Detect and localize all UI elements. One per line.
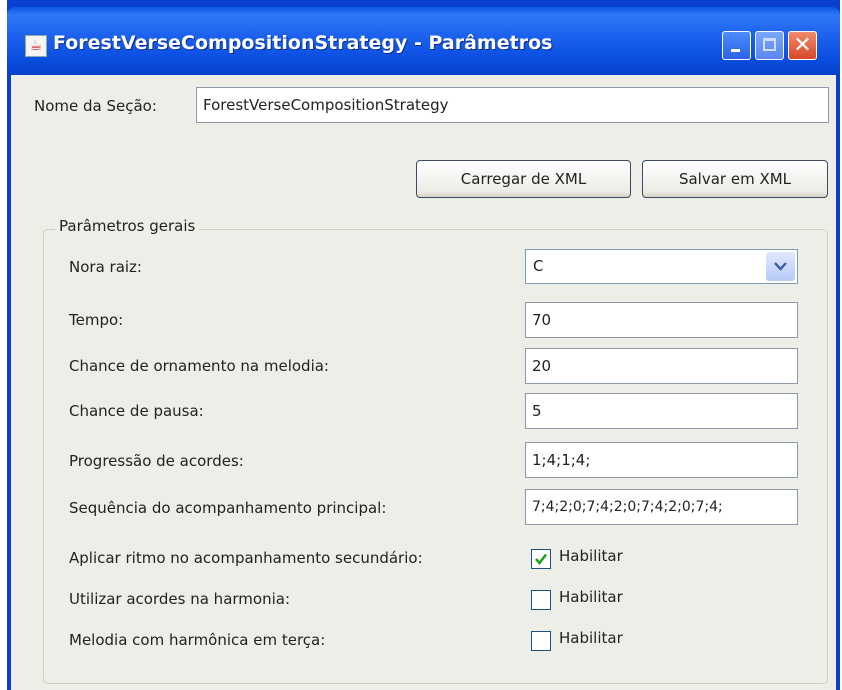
chord-progression-input[interactable]: 1;4;1;4;: [525, 442, 798, 478]
load-xml-button[interactable]: Carregar de XML: [416, 160, 631, 198]
ornament-chance-label: Chance de ornamento na melodia:: [69, 357, 329, 375]
root-note-label: Nora raiz:: [69, 258, 142, 276]
harmonic-third-label: Melodia com harmônica em terça:: [69, 631, 326, 649]
tempo-input[interactable]: 70: [525, 302, 798, 338]
close-button[interactable]: ✕: [788, 31, 817, 60]
close-icon: ✕: [793, 33, 812, 58]
root-note-select[interactable]: C: [525, 249, 798, 284]
title-bar[interactable]: ☕ ForestVerseCompositionStrategy - Parâm…: [7, 7, 840, 75]
harmonic-third-checkbox[interactable]: [531, 631, 551, 651]
minimize-icon: [723, 32, 750, 59]
java-app-icon[interactable]: ☕: [25, 35, 47, 57]
rhythm-secondary-checkbox[interactable]: [531, 549, 551, 569]
maximize-button[interactable]: [755, 31, 784, 60]
chords-harmony-label: Utilizar acordes na harmonia:: [69, 590, 290, 608]
chords-harmony-checkbox[interactable]: [531, 590, 551, 610]
section-name-input[interactable]: ForestVerseCompositionStrategy: [196, 87, 829, 123]
pause-chance-input[interactable]: 5: [525, 393, 798, 429]
main-accompaniment-label: Sequência do acompanhamento principal:: [69, 499, 387, 517]
root-note-value: C: [533, 257, 544, 275]
harmonic-third-checkbox-label[interactable]: Habilitar: [559, 629, 623, 647]
section-name-label: Nome da Seção:: [34, 97, 157, 115]
chords-harmony-checkbox-label[interactable]: Habilitar: [559, 588, 623, 606]
main-accompaniment-input[interactable]: 7;4;2;0;7;4;2;0;7;4;2;0;7;4;: [525, 489, 798, 525]
dialog-content: Nome da Seção: ForestVerseCompositionStr…: [11, 75, 836, 690]
chord-progression-label: Progressão de acordes:: [69, 452, 244, 470]
group-title: Parâmetros gerais: [55, 217, 200, 235]
checkmark-icon: [535, 553, 548, 566]
rhythm-secondary-label: Aplicar ritmo no acompanhamento secundár…: [69, 549, 423, 567]
window-title: ForestVerseCompositionStrategy - Parâmet…: [53, 32, 553, 54]
save-xml-button[interactable]: Salvar em XML: [642, 160, 828, 198]
pause-chance-label: Chance de pausa:: [69, 402, 204, 420]
maximize-icon: [756, 32, 783, 59]
ornament-chance-input[interactable]: 20: [525, 348, 798, 384]
app-window: ☕ ForestVerseCompositionStrategy - Parâm…: [7, 0, 840, 690]
rhythm-secondary-checkbox-label[interactable]: Habilitar: [559, 547, 623, 565]
minimize-button[interactable]: [722, 31, 751, 60]
tempo-label: Tempo:: [69, 311, 124, 329]
chevron-down-icon[interactable]: [766, 252, 795, 281]
